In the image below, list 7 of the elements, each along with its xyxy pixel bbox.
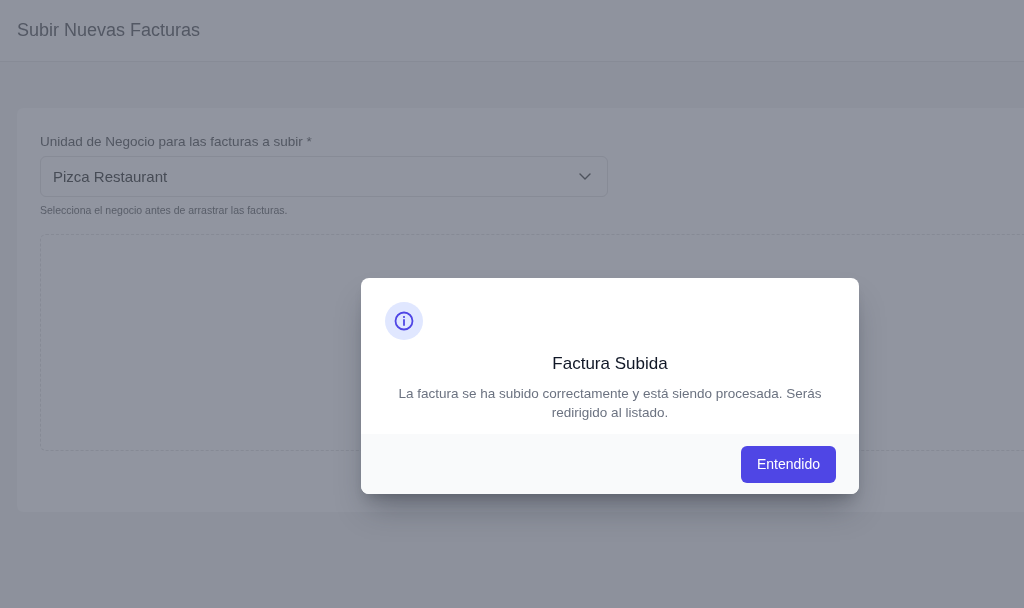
confirm-button[interactable]: Entendido: [740, 445, 836, 483]
chevron-down-icon: [579, 173, 591, 180]
field-label: Unidad de Negocio para las facturas a subir *: [40, 134, 312, 150]
info-icon: [385, 302, 423, 340]
page-title: Subir Nuevas Facturas: [17, 20, 201, 41]
dialog-message: La factura se ha subido correctamente y está siendo procesada. Serás redirigido al listado.: [397, 385, 823, 422]
dialog-title: Factura Subida: [552, 353, 668, 375]
